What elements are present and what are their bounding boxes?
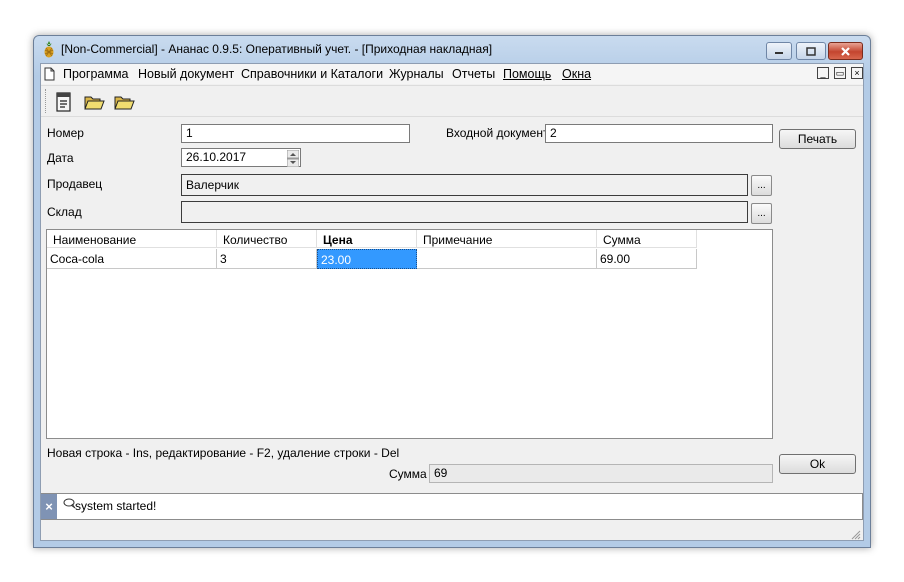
date-label: Дата: [47, 151, 74, 165]
mdi-close-button[interactable]: ×: [851, 67, 863, 79]
table-cell-price[interactable]: 23.00: [317, 249, 417, 269]
ok-button[interactable]: Ok: [779, 454, 856, 474]
column-header-price[interactable]: Цена: [317, 230, 417, 248]
column-header-note[interactable]: Примечание: [417, 230, 597, 248]
input-document-label: Входной документ: [446, 126, 549, 140]
seller-label: Продавец: [47, 177, 103, 191]
column-header-quantity[interactable]: Количество: [217, 230, 317, 248]
pineapple-icon: [44, 41, 54, 58]
number-label: Номер: [47, 126, 84, 140]
date-spinner[interactable]: [287, 150, 299, 167]
folder-open-icon: [84, 96, 105, 110]
column-header-name[interactable]: Наименование: [47, 230, 217, 248]
close-button[interactable]: [828, 42, 863, 60]
close-icon: [841, 46, 850, 56]
log-close-button[interactable]: ×: [41, 494, 57, 519]
minimize-button[interactable]: [766, 42, 792, 60]
window-title: [Non-Commercial] - Ананас 0.9.5: Операти…: [61, 42, 493, 56]
mdi-restore-button[interactable]: ▭: [834, 67, 846, 79]
toolbar-open-button-2[interactable]: [113, 91, 135, 113]
total-label: Сумма: [389, 467, 427, 481]
table-cell-quantity[interactable]: 3: [217, 249, 317, 269]
column-header-sum[interactable]: Сумма: [597, 230, 697, 248]
table-cell-note[interactable]: [417, 249, 597, 269]
status-bar: [41, 523, 863, 540]
minimize-icon: [775, 52, 783, 54]
toolbar-open-button-1[interactable]: [83, 91, 105, 113]
maximize-icon: [806, 46, 816, 56]
menu-help[interactable]: Помощь: [503, 67, 551, 81]
print-button[interactable]: Печать: [779, 129, 856, 149]
warehouse-browse-button[interactable]: ...: [751, 203, 772, 224]
menu-references-catalogs[interactable]: Справочники и Каталоги: [241, 67, 383, 81]
warehouse-field[interactable]: [181, 201, 748, 223]
input-document-field[interactable]: 2: [545, 124, 773, 143]
maximize-button[interactable]: [796, 42, 826, 60]
number-field[interactable]: 1: [181, 124, 410, 143]
menu-program[interactable]: Программа: [63, 67, 129, 81]
menu-windows[interactable]: Окна: [562, 67, 591, 81]
table-cell-name[interactable]: Coca-cola: [47, 249, 217, 269]
resize-grip-icon[interactable]: [851, 530, 861, 540]
menu-reports[interactable]: Отчеты: [452, 67, 495, 81]
date-field[interactable]: 26.10.2017: [181, 148, 301, 167]
warehouse-label: Склад: [47, 205, 82, 219]
menu-journals[interactable]: Журналы: [389, 67, 444, 81]
total-field: 69: [429, 464, 773, 483]
seller-field[interactable]: Валерчик: [181, 174, 748, 196]
document-icon: [44, 67, 55, 81]
toolbar-notepad-button[interactable]: [53, 91, 75, 113]
notepad-icon: [56, 92, 71, 112]
keyboard-hint: Новая строка - Ins, редактирование - F2,…: [47, 446, 400, 460]
toolbar-grip: [45, 89, 49, 113]
mdi-minimize-button[interactable]: _: [817, 67, 829, 79]
log-panel: [41, 493, 863, 520]
folder-open-icon: [114, 96, 135, 110]
log-message: system started!: [75, 499, 157, 513]
table-cell-sum[interactable]: 69.00: [597, 249, 697, 269]
seller-browse-button[interactable]: ...: [751, 175, 772, 196]
toolbar: [41, 85, 863, 117]
menu-new-document[interactable]: Новый документ: [138, 67, 234, 81]
